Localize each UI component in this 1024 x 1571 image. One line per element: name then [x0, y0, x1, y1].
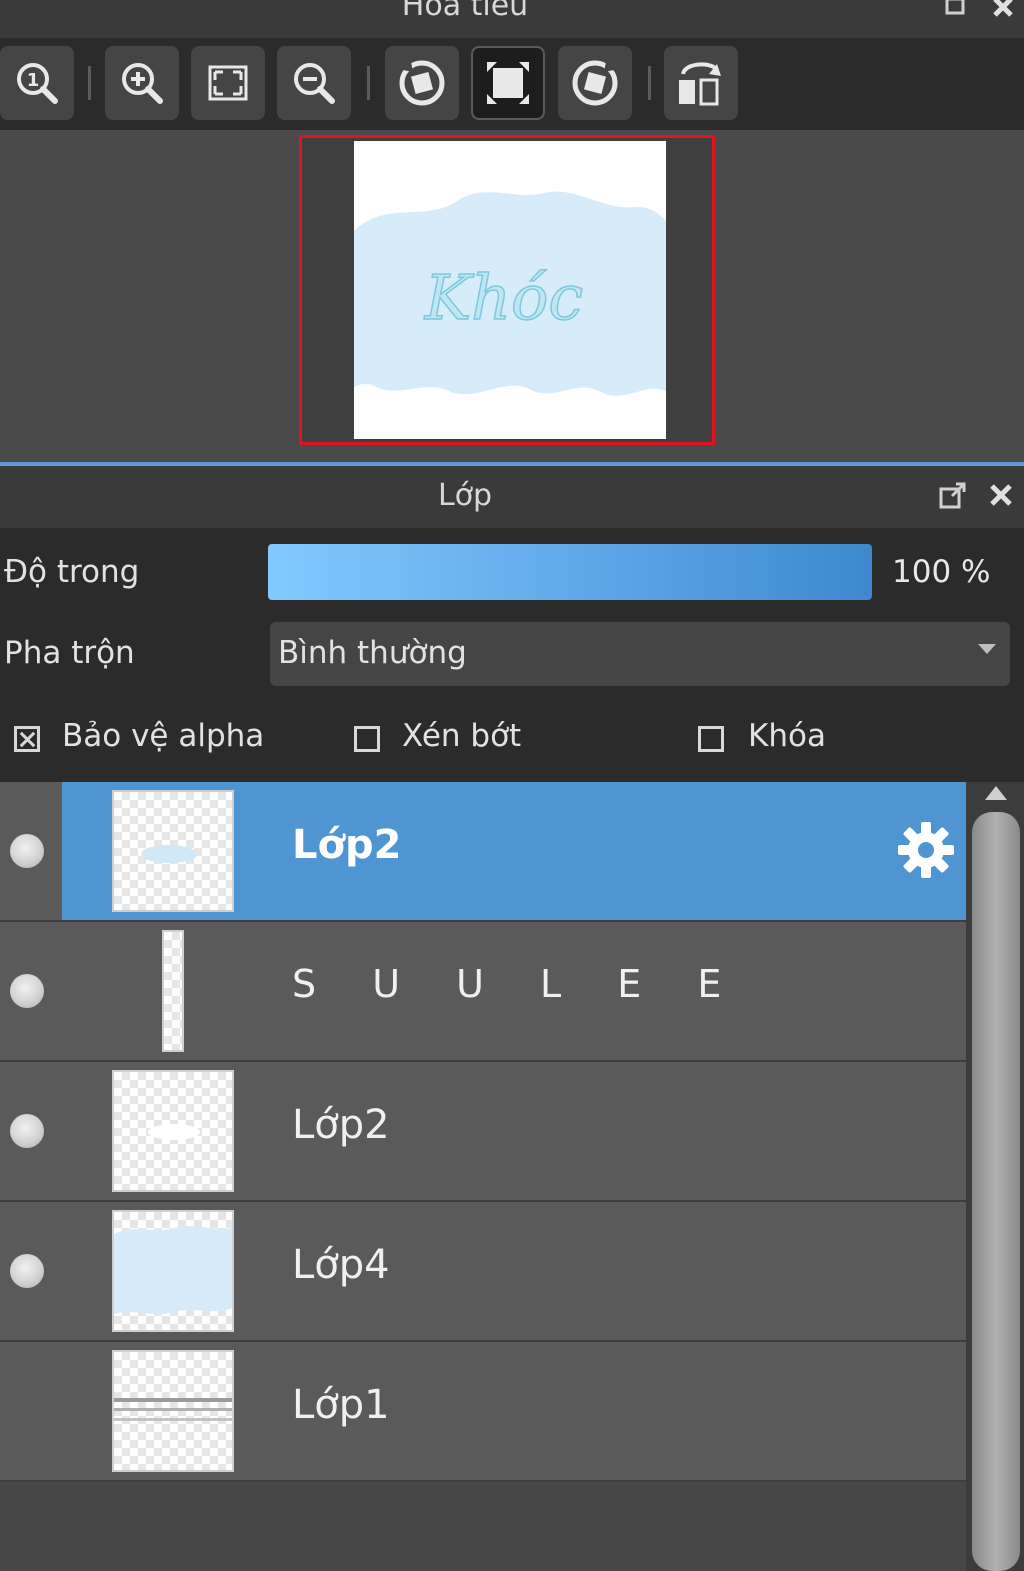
fit-window-button[interactable]	[471, 46, 545, 120]
layer-row[interactable]: Lớp2	[0, 1062, 966, 1202]
layer-thumbnail	[112, 1350, 234, 1472]
scroll-up-icon[interactable]	[985, 786, 1007, 800]
scrollbar-thumb[interactable]	[972, 812, 1020, 1571]
layer-name: Lớp2	[292, 1102, 390, 1148]
toolbar-separator	[648, 66, 651, 100]
zoom-actual-icon: 1	[17, 63, 58, 104]
zoom-out-button[interactable]	[277, 46, 351, 120]
cloud-illustration: Khóc	[354, 191, 666, 396]
toolbar-separator	[88, 66, 91, 100]
fit-screen-button[interactable]	[191, 46, 265, 120]
canvas-preview: Khóc	[354, 141, 666, 439]
blend-label: Pha trộn	[4, 635, 135, 671]
blend-mode-value: Bình thường	[278, 635, 467, 671]
viewport-frame[interactable]: Khóc	[299, 135, 715, 445]
fit-window-icon	[487, 62, 529, 104]
visibility-toggle-icon[interactable]	[10, 1254, 44, 1288]
layer-name: Lớp4	[292, 1242, 390, 1288]
flip-icon	[679, 62, 721, 106]
toolbar-separator	[367, 66, 370, 100]
rotate-left-icon	[399, 60, 445, 106]
lock-label: Khóa	[748, 718, 826, 754]
layer-name: Lớp2	[292, 822, 402, 868]
layer-thumbnail	[112, 1210, 234, 1332]
gear-icon	[898, 822, 954, 878]
fit-screen-icon	[208, 65, 248, 101]
svg-text:1: 1	[27, 70, 40, 91]
rotate-right-button[interactable]	[558, 46, 632, 120]
layer-thumbnail	[112, 790, 234, 912]
protect-alpha-label: Bảo vệ alpha	[62, 718, 265, 754]
close-icon	[993, 0, 1013, 17]
zoom-actual-button[interactable]: 1	[0, 46, 74, 120]
layer-row[interactable]: Lớp1	[0, 1342, 966, 1482]
layer-name: Lớp1	[292, 1382, 390, 1428]
layer-thumbnail	[162, 930, 184, 1052]
layer-name: S U U L E E	[292, 962, 744, 1006]
visibility-toggle-icon[interactable]	[10, 974, 44, 1008]
visibility-toggle-icon[interactable]	[10, 834, 44, 868]
preview-text: Khóc	[424, 261, 583, 334]
close-icon	[990, 484, 1012, 506]
blend-mode-select[interactable]: Bình thường	[270, 622, 1010, 686]
external-window-icon	[939, 482, 966, 509]
clipping-label: Xén bớt	[402, 718, 522, 754]
rotate-right-icon	[572, 60, 618, 106]
opacity-value: 100 %	[892, 554, 991, 590]
rotate-left-button[interactable]	[385, 46, 459, 120]
chevron-down-icon	[978, 644, 996, 654]
float-icon	[945, 0, 965, 15]
layer-row[interactable]: Lớp2	[0, 782, 966, 922]
visibility-toggle-icon[interactable]	[10, 1114, 44, 1148]
flip-button[interactable]	[664, 46, 738, 120]
protect-alpha-checkbox[interactable]	[14, 726, 40, 752]
layer-panel-title: Lớp	[437, 478, 493, 513]
float-panel-button[interactable]	[938, 480, 968, 510]
lock-checkbox[interactable]	[698, 726, 724, 752]
navigator-title: Hoa tieu	[401, 0, 529, 23]
layer-thumbnail	[112, 1070, 234, 1192]
layer-list: Lớp2 S U U L E E Lớp2 Lớp4 Lớp1	[0, 782, 966, 1571]
layer-panel-header: Lớp	[0, 466, 1024, 528]
close-panel-button[interactable]	[986, 480, 1016, 510]
zoom-in-icon	[122, 63, 163, 104]
zoom-out-icon	[294, 63, 335, 104]
zoom-in-button[interactable]	[105, 46, 179, 120]
layer-row[interactable]: Lớp4	[0, 1202, 966, 1342]
layer-row[interactable]: S U U L E E	[0, 922, 966, 1062]
opacity-slider[interactable]	[268, 544, 872, 600]
navigator-header: Hoa tieu	[0, 0, 1024, 38]
float-panel-button[interactable]	[940, 0, 970, 22]
close-panel-button[interactable]	[988, 0, 1018, 22]
opacity-label: Độ trong	[4, 554, 140, 590]
clipping-checkbox[interactable]	[354, 726, 380, 752]
